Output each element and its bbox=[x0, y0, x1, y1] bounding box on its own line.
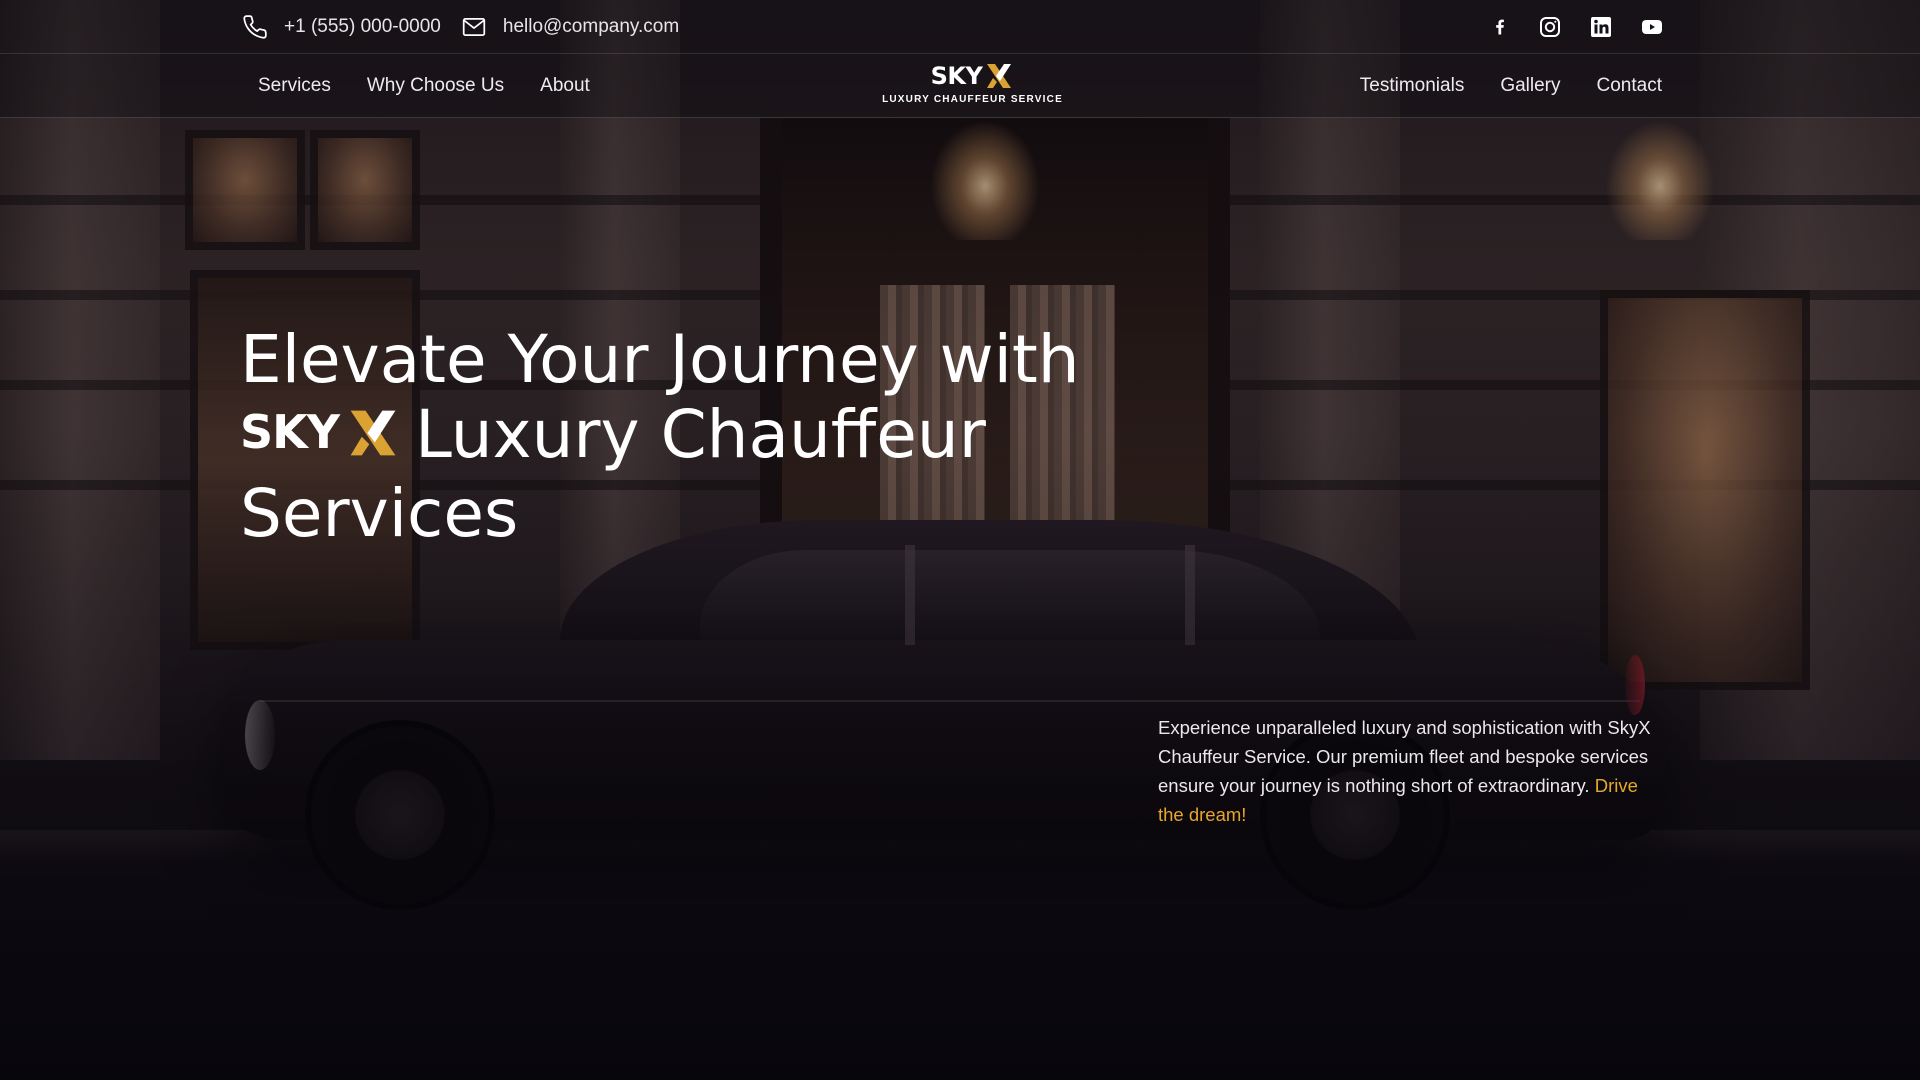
nav-left-group: Services Why Choose Us About bbox=[258, 54, 590, 118]
facebook-icon[interactable] bbox=[1487, 15, 1511, 39]
nav-services[interactable]: Services bbox=[258, 75, 331, 97]
site-logo[interactable]: SKY LUXURY CHAUFFEUR SERVICE bbox=[882, 60, 1063, 112]
top-contact-bar: +1 (555) 000-0000 hello@company.com bbox=[0, 0, 1920, 54]
headline-line-2: Luxury Chauffeur bbox=[415, 396, 986, 473]
hero-description: Experience unparalleled luxury and sophi… bbox=[1158, 713, 1668, 829]
mail-icon bbox=[462, 18, 486, 36]
nav-gallery[interactable]: Gallery bbox=[1500, 75, 1560, 97]
email-link[interactable]: hello@company.com bbox=[461, 14, 679, 40]
phone-link[interactable]: +1 (555) 000-0000 bbox=[242, 14, 441, 40]
nav-right-group: Testimonials Gallery Contact bbox=[1360, 54, 1662, 118]
headline-line-3: Services bbox=[240, 475, 519, 553]
logo-x-icon bbox=[987, 64, 1012, 88]
headline-line-1: Elevate Your Journey with bbox=[240, 321, 1080, 398]
linkedin-icon[interactable] bbox=[1589, 15, 1613, 39]
instagram-icon[interactable] bbox=[1538, 15, 1562, 39]
youtube-icon[interactable] bbox=[1640, 15, 1664, 39]
social-links bbox=[1487, 0, 1664, 54]
nav-about[interactable]: About bbox=[540, 75, 590, 97]
phone-number: +1 (555) 000-0000 bbox=[284, 16, 441, 37]
brand-x-icon bbox=[350, 410, 396, 456]
hero-headline: Elevate Your Journey with SKY Luxury Cha… bbox=[240, 322, 1140, 551]
nav-contact[interactable]: Contact bbox=[1597, 75, 1662, 97]
nav-testimonials[interactable]: Testimonials bbox=[1360, 75, 1465, 97]
email-address: hello@company.com bbox=[502, 16, 680, 37]
hero-description-text: Experience unparalleled luxury and sophi… bbox=[1158, 717, 1651, 796]
contact-info: +1 (555) 000-0000 hello@company.com bbox=[242, 0, 699, 54]
headline-brand-word: SKY bbox=[240, 405, 340, 460]
logo-tagline: LUXURY CHAUFFEUR SERVICE bbox=[882, 94, 1063, 105]
nav-why-choose-us[interactable]: Why Choose Us bbox=[367, 75, 504, 97]
headline-brand-logo: SKY bbox=[240, 395, 401, 470]
phone-icon bbox=[243, 15, 267, 39]
logo-wordmark: SKY bbox=[930, 62, 983, 90]
logo-mark: SKY bbox=[931, 60, 1015, 92]
